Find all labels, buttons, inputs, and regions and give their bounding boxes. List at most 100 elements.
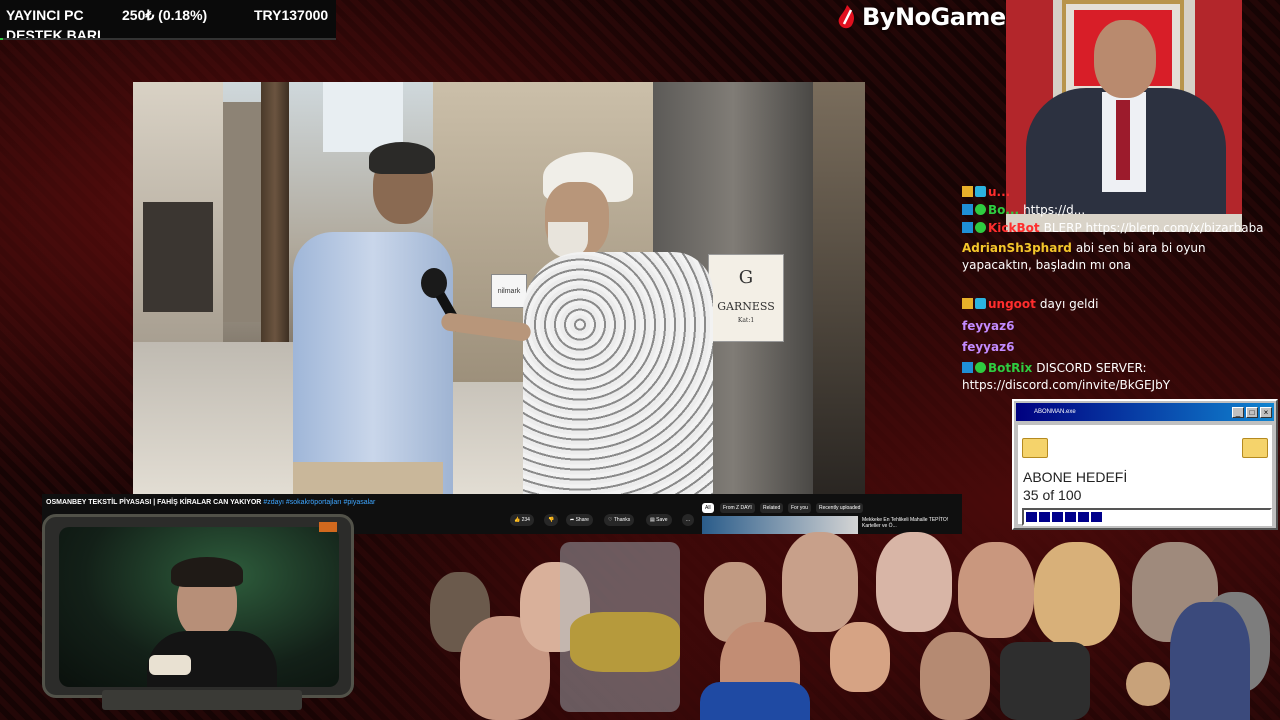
- green-badge-icon: [975, 222, 986, 233]
- interviewer-shirt: [523, 252, 713, 494]
- thanks-button[interactable]: ♡ Thanks: [604, 514, 635, 526]
- progress-segment: [1065, 512, 1076, 522]
- collage-jersey: [700, 682, 810, 720]
- mug: [149, 655, 191, 675]
- progress-segment: [1091, 512, 1102, 522]
- garness-sign-text: GARNESS: [717, 300, 775, 313]
- progress-segment: [1078, 512, 1089, 522]
- window-title: ABONMAN.exe: [1034, 409, 1076, 415]
- chat-message: Bo... https://d...: [962, 202, 1278, 219]
- streamer-hair: [171, 557, 243, 587]
- chat-username[interactable]: u...: [988, 185, 1010, 199]
- meme-collage: [420, 532, 1280, 720]
- chip-all[interactable]: All: [702, 503, 714, 513]
- crt-monitor-frame: [42, 514, 354, 698]
- chat-message: feyyaz6: [962, 318, 1278, 335]
- chip-related[interactable]: Related: [760, 503, 784, 513]
- open-folder-icon: [1242, 438, 1268, 458]
- support-progress-fill: [0, 38, 4, 40]
- nilmark-sign: nilmark: [491, 274, 527, 308]
- shop-window: [143, 202, 213, 312]
- maximize-button[interactable]: □: [1246, 407, 1258, 418]
- chat-message: ungoot dayı geldi: [962, 296, 1278, 313]
- interviewee-hair: [369, 142, 435, 174]
- sq-badge-icon: [975, 298, 986, 309]
- thumbs-up-icon: 👍: [514, 517, 521, 523]
- support-bar-amount: 250₺ (0.18%): [122, 7, 208, 23]
- chat-message: AdrianSh3phard abi sen bi ara bi oyun yap…: [962, 240, 1278, 274]
- chat-username[interactable]: ungoot: [988, 297, 1036, 311]
- sq-badge-icon: [975, 186, 986, 197]
- blue-badge-icon: [962, 222, 973, 233]
- interviewee-pants: [293, 462, 443, 494]
- chat-text: BLERP https://blerp.com/x/bizarbaba: [1043, 221, 1264, 235]
- blue-badge-icon: [962, 204, 973, 215]
- crown-badge-icon: [962, 298, 973, 309]
- green-badge-icon: [975, 204, 986, 215]
- logo-text: ByNoGame: [862, 3, 1006, 31]
- save-button[interactable]: ▤ Save: [646, 514, 672, 526]
- chip-for-you[interactable]: For you: [788, 503, 811, 513]
- chip-from-channel[interactable]: From Z DAYI: [720, 503, 755, 513]
- video-player[interactable]: G GARNESS Kat:1 nilmark: [133, 82, 865, 494]
- subscriber-goal-label: ABONE HEDEFİ: [1023, 469, 1128, 485]
- close-button[interactable]: ×: [1260, 407, 1272, 418]
- like-button[interactable]: 👍 234: [510, 514, 534, 526]
- chat-panel: u... Bo... https://d... KickBot BLERP https:…: [962, 182, 1278, 396]
- minimize-button[interactable]: _: [1232, 407, 1244, 418]
- support-progress-bar: [0, 38, 336, 40]
- save-label: Save: [656, 517, 668, 523]
- video-title[interactable]: OSMANBEY TEKSTİL PİYASASI | FAHİŞ KİRALA…: [46, 499, 375, 506]
- video-hashtags[interactable]: #zdayı #sokakröportajları #piyasalar: [263, 499, 375, 506]
- save-icon: ▤: [650, 517, 655, 523]
- folder-icon: [1022, 438, 1048, 458]
- support-bar-title: YAYINCI PC: [6, 7, 84, 23]
- chat-message: feyyaz6: [962, 339, 1278, 356]
- chat-username[interactable]: AdrianSh3phard: [962, 241, 1072, 255]
- collage-face: [830, 622, 890, 692]
- garness-sign-floor: Kat:1: [737, 317, 755, 324]
- chip-recently-uploaded[interactable]: Recently uploaded: [816, 503, 864, 513]
- chat-username[interactable]: feyyaz6: [962, 340, 1014, 354]
- collage-ball: [1126, 662, 1170, 706]
- chat-username[interactable]: feyyaz6: [962, 319, 1014, 333]
- chat-message: BotRix DISCORD SERVER: https://discord.co…: [962, 360, 1278, 394]
- more-actions-button[interactable]: ...: [682, 514, 694, 526]
- green-badge-icon: [975, 362, 986, 373]
- chat-username[interactable]: Bo...: [988, 203, 1019, 217]
- video-title-text[interactable]: OSMANBEY TEKSTİL PİYASASI | FAHİŞ KİRALA…: [46, 499, 261, 506]
- chat-username[interactable]: BotRix: [988, 361, 1032, 375]
- share-button[interactable]: ➦ Share: [566, 514, 593, 526]
- progress-segment: [1039, 512, 1050, 522]
- chat-text: https://d...: [1023, 203, 1086, 217]
- collage-face: [920, 632, 990, 720]
- subscriber-goal-count: 35 of 100: [1023, 487, 1082, 503]
- guest-tie: [1116, 100, 1130, 180]
- bynogame-logo: ByNoGame: [836, 0, 1006, 34]
- chat-username[interactable]: KickBot: [988, 221, 1040, 235]
- window-titlebar: ABONMAN.exe _ □ ×: [1016, 403, 1274, 421]
- collage-figure: [1170, 602, 1250, 720]
- collage-face: [876, 532, 952, 632]
- garness-sign: G GARNESS Kat:1: [708, 254, 784, 342]
- chat-message: u...: [962, 184, 1278, 201]
- crown-badge-icon: [962, 186, 973, 197]
- thumbs-down-icon: 👎: [548, 517, 555, 523]
- subscriber-goal-window: ABONMAN.exe _ □ × ABONE HEDEFİ 35 of 100: [1012, 399, 1278, 530]
- streamer-webcam: [42, 514, 354, 710]
- dislike-button[interactable]: 👎: [544, 514, 559, 526]
- monitor-led: [319, 522, 337, 532]
- chat-message: KickBot BLERP https://blerp.com/x/bizarba…: [962, 220, 1278, 237]
- support-bar-label: DESTEK BARI: [6, 27, 101, 43]
- shop-interior: [813, 82, 865, 494]
- chat-text: dayı geldi: [1039, 297, 1099, 311]
- flame-icon: [838, 5, 855, 29]
- support-bar-goal: TRY137000: [254, 7, 329, 23]
- guest-head: [1094, 20, 1156, 98]
- window-content: ABONE HEDEFİ 35 of 100: [1018, 425, 1272, 526]
- share-label: Share: [575, 517, 589, 523]
- subscriber-progress-bar: [1022, 508, 1272, 526]
- monitor-base: [102, 690, 302, 710]
- progress-segment: [1026, 512, 1037, 522]
- recommended-title[interactable]: Mekkeke En Tehlikeli Mahalle TEPİTO! Kar…: [862, 517, 958, 529]
